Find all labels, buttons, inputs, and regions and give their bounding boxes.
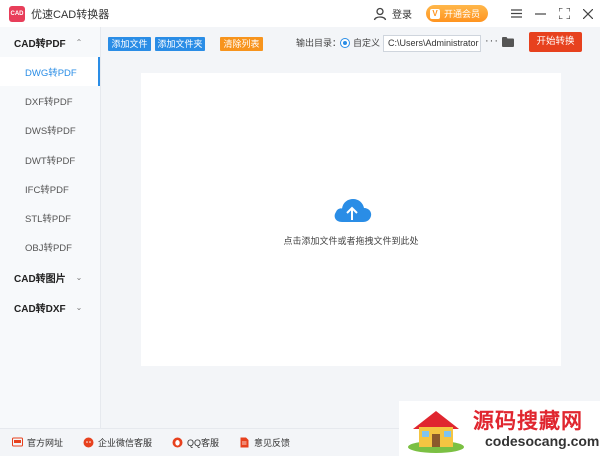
sidebar-group-cad-to-dxf[interactable]: CAD转DXF ⌄	[0, 292, 100, 322]
house-logo-icon	[408, 411, 464, 453]
sidebar-item-dxf-to-pdf[interactable]: DXF转PDF	[0, 86, 100, 115]
custom-radio-label[interactable]: 自定义	[353, 37, 380, 50]
feedback-link[interactable]: 意见反馈	[239, 436, 290, 449]
title-bar: CAD 优速CAD转换器 登录 V 开通会员	[0, 0, 600, 27]
app-title: 优速CAD转换器	[31, 8, 110, 21]
chevron-up-icon: ⌃	[75, 37, 83, 47]
sidebar: CAD转PDF ⌃ DWG转PDF DXF转PDF DWS转PDF DWT转PD…	[0, 27, 101, 428]
app-logo-icon: CAD	[9, 5, 25, 22]
watermark-logo: 源码搜藏网 codesocang.com	[399, 401, 600, 456]
user-icon[interactable]	[373, 7, 387, 21]
maximize-icon[interactable]	[552, 0, 576, 27]
sidebar-item-dwt-to-pdf[interactable]: DWT转PDF	[0, 145, 100, 174]
watermark-url: codesocang.com	[485, 433, 600, 449]
chevron-down-icon: ⌄	[75, 302, 83, 312]
wechat-service-label: 企业微信客服	[98, 438, 153, 448]
qq-service-link[interactable]: QQ客服	[172, 436, 219, 449]
vip-button[interactable]: V 开通会员	[425, 5, 488, 22]
website-icon	[12, 437, 23, 447]
sidebar-item-obj-to-pdf[interactable]: OBJ转PDF	[0, 233, 100, 262]
custom-radio[interactable]	[340, 38, 350, 48]
feedback-icon	[240, 437, 249, 448]
drop-hint: 点击添加文件或者拖拽文件到此处	[283, 236, 419, 246]
more-options-button[interactable]: ···	[485, 35, 499, 47]
sidebar-group-label: CAD转图片	[14, 273, 66, 285]
sidebar-group-label: CAD转DXF	[14, 303, 66, 315]
sidebar-group-cad-to-image[interactable]: CAD转图片 ⌄	[0, 262, 100, 292]
start-convert-button[interactable]: 开始转换	[529, 32, 582, 52]
sidebar-item-ifc-to-pdf[interactable]: IFC转PDF	[0, 174, 100, 203]
feedback-label: 意见反馈	[254, 438, 291, 448]
wechat-icon	[83, 437, 94, 448]
chevron-down-icon: ⌄	[75, 272, 83, 282]
file-drop-area[interactable]: 点击添加文件或者拖拽文件到此处	[141, 73, 561, 366]
wechat-service-link[interactable]: 企业微信客服	[83, 436, 152, 449]
sidebar-item-stl-to-pdf[interactable]: STL转PDF	[0, 203, 100, 232]
vip-label: 开通会员	[443, 9, 480, 19]
sidebar-group-label: CAD转PDF	[14, 38, 66, 50]
add-folder-button[interactable]: 添加文件夹	[155, 37, 205, 51]
sidebar-group-cad-to-pdf[interactable]: CAD转PDF ⌃	[0, 27, 100, 57]
sidebar-item-dwg-to-pdf[interactable]: DWG转PDF	[0, 57, 100, 87]
minimize-icon[interactable]	[528, 0, 552, 27]
official-site-link[interactable]: 官方网址	[12, 436, 63, 449]
add-file-button[interactable]: 添加文件	[108, 37, 151, 51]
qq-icon	[172, 437, 183, 448]
watermark-title: 源码搜藏网	[473, 409, 583, 433]
folder-icon[interactable]	[502, 37, 514, 47]
menu-icon[interactable]	[504, 0, 528, 27]
cloud-upload-icon	[334, 199, 372, 222]
qq-service-label: QQ客服	[187, 438, 220, 448]
output-dir-label: 输出目录：	[296, 38, 342, 48]
login-link[interactable]: 登录	[392, 6, 412, 21]
output-path-input[interactable]: C:\Users\Administrator	[383, 35, 481, 52]
sidebar-item-dws-to-pdf[interactable]: DWS转PDF	[0, 116, 100, 145]
clear-list-button[interactable]: 清除列表	[220, 37, 263, 51]
crown-icon: V	[429, 8, 440, 19]
official-site-label: 官方网址	[27, 438, 64, 448]
close-icon[interactable]	[576, 0, 600, 27]
